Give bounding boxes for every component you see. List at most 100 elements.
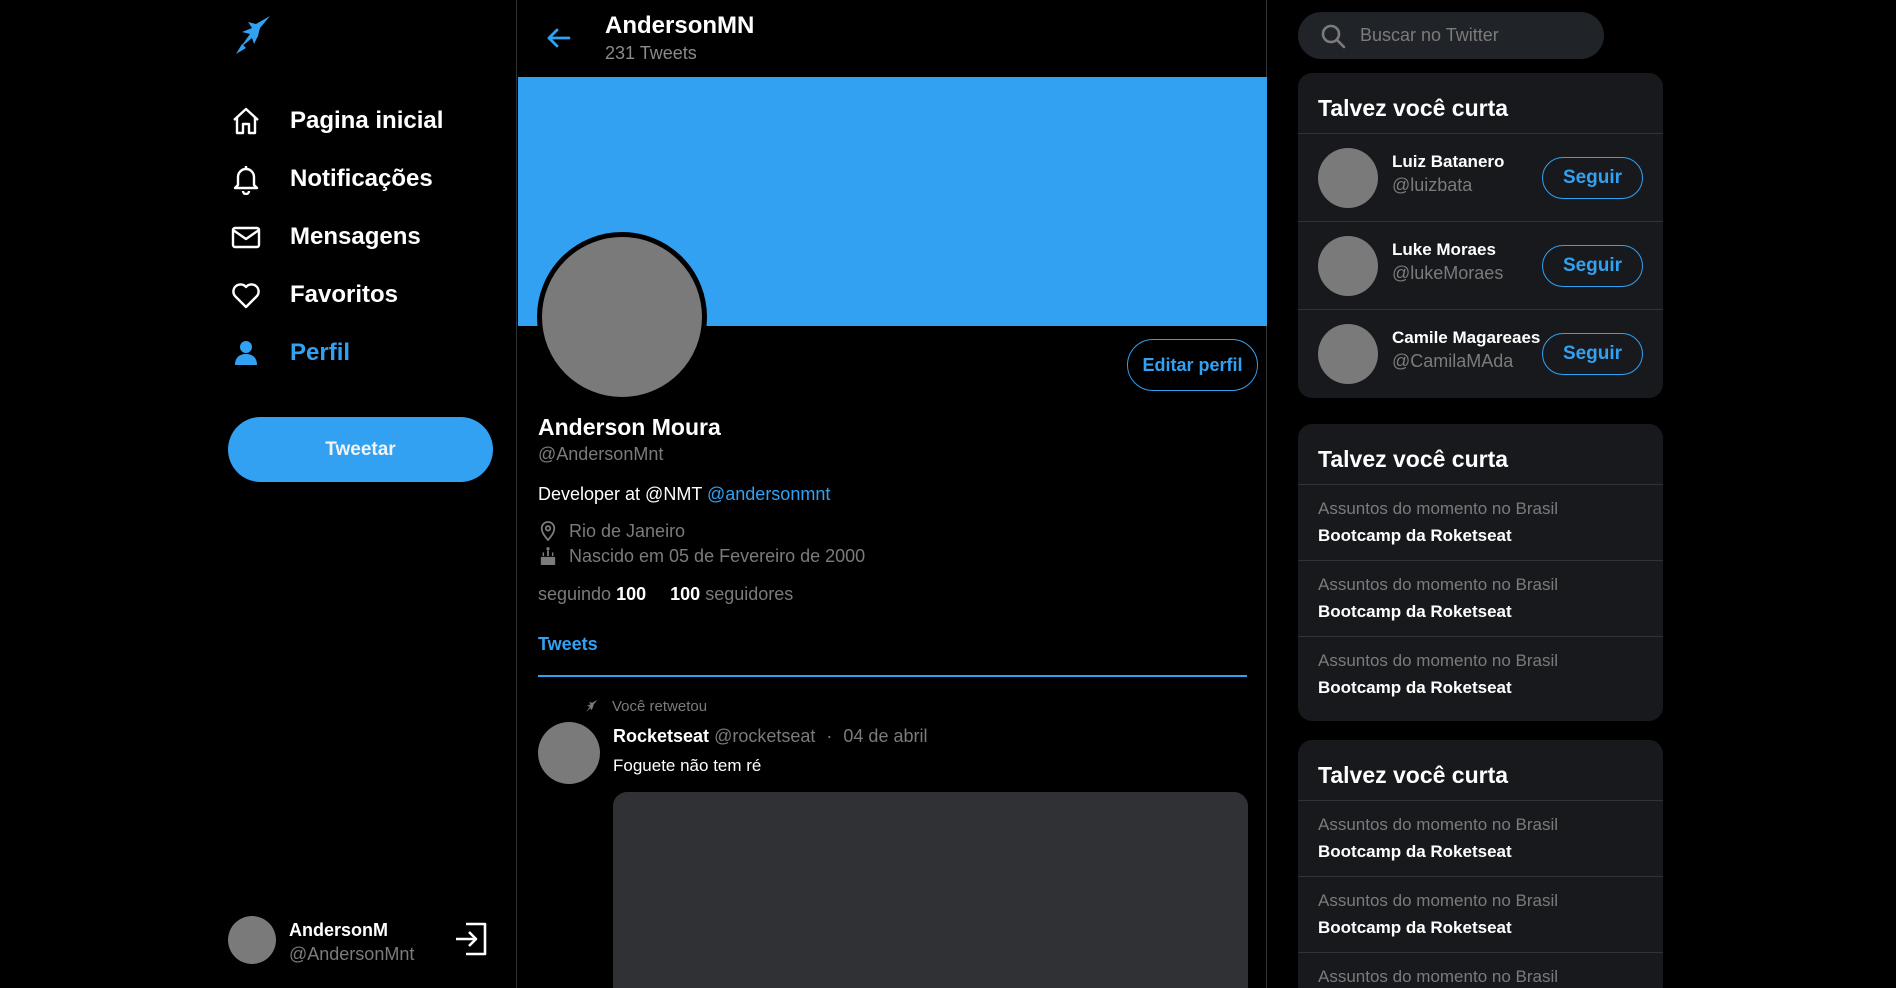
birthdate-text: Nascido em 05 de Fevereiro de 2000 bbox=[569, 545, 866, 566]
retweet-indicator: Você retwetou bbox=[583, 698, 707, 715]
user-icon bbox=[228, 335, 264, 371]
avatar bbox=[228, 916, 276, 964]
trend-item[interactable]: Assuntos do momento no Brasil Bootcamp d… bbox=[1298, 801, 1663, 877]
follow-button[interactable]: Seguir bbox=[1542, 157, 1643, 199]
trend-topic: Bootcamp da Roketseat bbox=[1318, 602, 1512, 621]
nav-item-messages[interactable]: Mensagens bbox=[228, 208, 443, 266]
left-sidebar: Pagina inicial Notificações Mensagens Fa… bbox=[0, 0, 516, 988]
follow-suggestion[interactable]: Luke Moraes @lukeMoraes Seguir bbox=[1298, 222, 1663, 310]
nav-item-label: Perfil bbox=[290, 339, 351, 366]
trend-item[interactable]: Assuntos do momento no Brasil Bootcamp d… bbox=[1298, 877, 1663, 953]
trend-context: Assuntos do momento no Brasil bbox=[1318, 967, 1559, 986]
profile-column: AndersonMN 231 Tweets Editar perfil Ande… bbox=[516, 0, 1267, 988]
followers-label: seguidores bbox=[705, 584, 794, 604]
mail-icon bbox=[228, 219, 264, 255]
panel-title: Talvez você curta bbox=[1298, 73, 1663, 134]
suggestion-name: Luke Moraes bbox=[1392, 240, 1496, 259]
nav-item-label: Pagina inicial bbox=[290, 107, 444, 134]
suggestion-handle: @lukeMoraes bbox=[1392, 263, 1504, 283]
following-label: seguindo bbox=[538, 584, 612, 604]
suggestion-handle: @CamilaMAda bbox=[1392, 351, 1514, 371]
follow-suggestion[interactable]: Luiz Batanero @luizbata Seguir bbox=[1298, 134, 1663, 222]
main-nav: Pagina inicial Notificações Mensagens Fa… bbox=[228, 92, 443, 382]
rocket-bird-icon bbox=[583, 699, 599, 715]
nav-item-notifications[interactable]: Notificações bbox=[228, 150, 443, 208]
panel-title: Talvez você curta bbox=[1298, 740, 1663, 801]
followers-count: 100 bbox=[670, 584, 701, 604]
nav-item-home[interactable]: Pagina inicial bbox=[228, 92, 443, 150]
heart-icon bbox=[228, 277, 264, 313]
profile-handle: @AndersonMnt bbox=[538, 444, 664, 464]
suggestion-handle: @luizbata bbox=[1392, 175, 1473, 195]
follow-button[interactable]: Seguir bbox=[1542, 333, 1643, 375]
profile-name: Anderson Moura bbox=[538, 414, 721, 440]
nav-item-profile[interactable]: Perfil bbox=[228, 324, 443, 382]
trend-item[interactable]: Assuntos do momento no Brasil bbox=[1298, 953, 1663, 988]
following-count: 100 bbox=[616, 584, 647, 604]
who-to-follow-panel: Talvez você curta Luiz Batanero @luizbat… bbox=[1298, 73, 1663, 398]
followers-link[interactable]: 100 seguidores bbox=[670, 584, 793, 604]
trend-context: Assuntos do momento no Brasil bbox=[1318, 815, 1559, 834]
profile-birthdate: Nascido em 05 de Fevereiro de 2000 bbox=[538, 545, 865, 567]
avatar bbox=[1318, 148, 1378, 208]
tweet-author-name[interactable]: Rocketseat bbox=[613, 726, 709, 746]
trend-context: Assuntos do momento no Brasil bbox=[1318, 575, 1559, 594]
account-handle: @AndersonMnt bbox=[289, 944, 415, 964]
tweet-count: 231 Tweets bbox=[605, 43, 697, 63]
trends-panel: Talvez você curta Assuntos do momento no… bbox=[1298, 424, 1663, 721]
profile-bio: Developer at @NMT @andersonmnt bbox=[538, 484, 830, 505]
tweet-separator: · bbox=[826, 726, 833, 746]
account-name: AndersonM bbox=[289, 920, 388, 940]
follow-stats: seguindo 100 100 seguidores bbox=[538, 584, 793, 605]
trend-topic: Bootcamp da Roketseat bbox=[1318, 678, 1512, 697]
trend-item[interactable]: Assuntos do momento no Brasil Bootcamp d… bbox=[1298, 561, 1663, 637]
trend-topic: Bootcamp da Roketseat bbox=[1318, 918, 1512, 937]
follow-suggestion[interactable]: Camile Magareaes @CamilaMAda Seguir bbox=[1298, 310, 1663, 398]
tab-tweets[interactable]: Tweets bbox=[538, 634, 598, 655]
tweet-avatar[interactable] bbox=[538, 722, 600, 784]
trend-context: Assuntos do momento no Brasil bbox=[1318, 499, 1559, 518]
nav-item-label: Mensagens bbox=[290, 223, 421, 250]
trends-panel: Talvez você curta Assuntos do momento no… bbox=[1298, 740, 1663, 988]
panel-title: Talvez você curta bbox=[1298, 424, 1663, 485]
search-input[interactable] bbox=[1360, 25, 1580, 46]
account-switcher[interactable]: AndersonM @AndersonMnt bbox=[228, 914, 498, 970]
profile-location: Rio de Janeiro bbox=[538, 520, 685, 542]
suggestion-name: Camile Magareaes bbox=[1392, 328, 1541, 347]
header-name: AndersonMN bbox=[605, 12, 755, 39]
search-icon bbox=[1320, 23, 1346, 49]
tweet-media[interactable] bbox=[613, 792, 1248, 988]
profile-avatar[interactable] bbox=[537, 232, 707, 402]
birthday-cake-icon bbox=[538, 545, 558, 567]
avatar bbox=[1318, 236, 1378, 296]
bell-icon bbox=[228, 161, 264, 197]
bio-link[interactable]: @andersonmnt bbox=[707, 484, 830, 504]
trend-context: Assuntos do momento no Brasil bbox=[1318, 651, 1559, 670]
tweet-button[interactable]: Tweetar bbox=[228, 417, 493, 482]
trend-topic: Bootcamp da Roketseat bbox=[1318, 526, 1512, 545]
profile-header: AndersonMN 231 Tweets bbox=[517, 0, 1268, 77]
nav-item-label: Favoritos bbox=[290, 281, 399, 308]
search-bar[interactable] bbox=[1298, 12, 1604, 59]
suggestion-name: Luiz Batanero bbox=[1392, 152, 1505, 171]
nav-item-favorites[interactable]: Favoritos bbox=[228, 266, 443, 324]
back-arrow-icon[interactable] bbox=[543, 22, 575, 54]
right-sidebar: Talvez você curta Luiz Batanero @luizbat… bbox=[1268, 0, 1896, 988]
tweet-text: Foguete não tem ré bbox=[613, 756, 762, 775]
trend-item[interactable]: Assuntos do momento no Brasil Bootcamp d… bbox=[1298, 637, 1663, 713]
trend-topic: Bootcamp da Roketseat bbox=[1318, 842, 1512, 861]
location-pin-icon bbox=[538, 520, 558, 542]
tweet-date[interactable]: 04 de abril bbox=[843, 726, 927, 746]
nav-item-label: Notificações bbox=[290, 165, 433, 192]
tab-underline bbox=[538, 675, 1247, 677]
tweet-header: Rocketseat @rocketseat · 04 de abril bbox=[613, 726, 927, 747]
logout-icon[interactable] bbox=[452, 920, 490, 958]
follow-button[interactable]: Seguir bbox=[1542, 245, 1643, 287]
following-link[interactable]: seguindo 100 bbox=[538, 584, 646, 604]
rocket-bird-icon[interactable] bbox=[234, 14, 272, 56]
retweet-label: Você retwetou bbox=[612, 698, 708, 715]
edit-profile-button[interactable]: Editar perfil bbox=[1127, 339, 1258, 391]
bio-text: Developer at @NMT bbox=[538, 484, 707, 504]
trend-item[interactable]: Assuntos do momento no Brasil Bootcamp d… bbox=[1298, 485, 1663, 561]
tweet-author-handle: @rocketseat bbox=[714, 726, 816, 746]
